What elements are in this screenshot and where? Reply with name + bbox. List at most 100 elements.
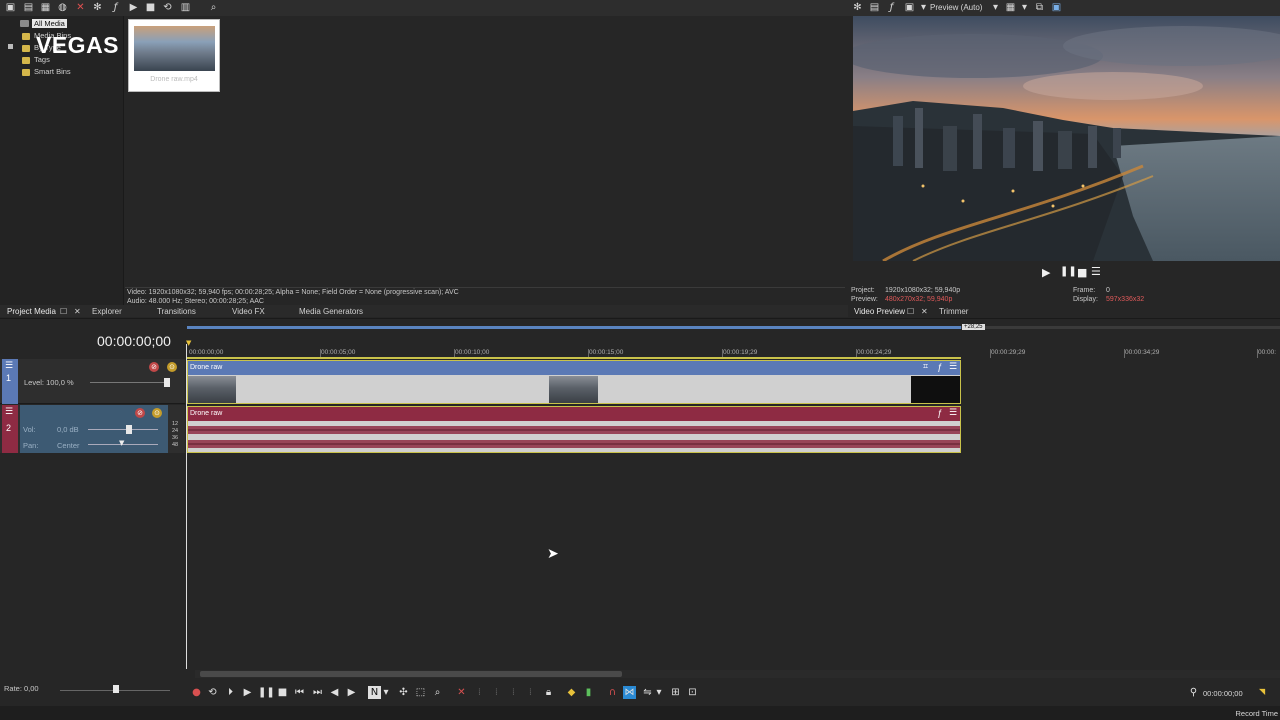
copy-snapshot-icon[interactable]: ⧉	[1034, 2, 1045, 13]
chevron-down-icon[interactable]: ▾	[382, 686, 390, 699]
preview-quality-icon[interactable]: ▾	[918, 2, 929, 13]
vol-slider-thumb[interactable]	[126, 425, 132, 434]
level-slider-thumb[interactable]	[164, 378, 170, 387]
timeline-overview-range[interactable]	[187, 326, 961, 329]
go-to-end-icon[interactable]: ⏭	[311, 686, 324, 699]
preview-fx-icon[interactable]: ƒ	[886, 2, 897, 13]
chevron-down-icon[interactable]: ▾	[1019, 2, 1030, 13]
properties-icon[interactable]: ✻	[92, 2, 103, 13]
envelope-tool-icon[interactable]: ✣	[397, 686, 410, 699]
loop-icon[interactable]: ⟲	[162, 2, 173, 13]
pan-crop-icon[interactable]: ⌗	[923, 362, 928, 372]
record-icon[interactable]: ●	[190, 686, 203, 699]
delete-icon[interactable]: ✕	[455, 686, 468, 699]
video-clip[interactable]: Drone raw ⌗ ƒ ☰	[187, 360, 961, 404]
stop-icon[interactable]: ■	[276, 686, 289, 699]
track-menu-icon[interactable]: ☰	[5, 407, 13, 417]
zoom-tool-icon[interactable]: ⌕	[431, 686, 444, 699]
zoom-icon[interactable]: ⌕	[208, 2, 219, 13]
solo-icon[interactable]: ⊙	[167, 362, 177, 372]
selection-tool-icon[interactable]: ⬚	[414, 686, 427, 699]
preview-menu-icon[interactable]: ☰	[1091, 265, 1101, 278]
mute-icon[interactable]: ⊘	[135, 408, 145, 418]
preview-external-icon[interactable]: ▤	[869, 2, 880, 13]
clip-menu-icon[interactable]: ☰	[949, 408, 957, 418]
media-info-line1: Video: 1920x1080x32; 59,940 fps; 00:00:2…	[127, 289, 459, 296]
lock-icon[interactable]: 🔒︎	[542, 686, 555, 699]
scrollbar-thumb[interactable]	[200, 671, 622, 677]
tab-restore-icon[interactable]: ☐	[907, 307, 914, 316]
preview-pause-icon[interactable]: ❚❚	[1060, 266, 1077, 277]
open-icon[interactable]: ▤	[23, 2, 34, 13]
go-to-start-icon[interactable]: ⏮	[293, 686, 306, 699]
vol-slider-track[interactable]	[88, 429, 158, 430]
import-icon[interactable]: ◍	[57, 2, 68, 13]
tab-trimmer[interactable]: Trimmer	[939, 307, 968, 316]
tree-item-all-media[interactable]: All Media	[32, 19, 67, 28]
tab-restore-icon[interactable]: ☐	[60, 307, 67, 316]
crossfade-icon[interactable]: ⇋	[641, 686, 654, 699]
lock-envelopes-icon[interactable]: ⊞	[669, 686, 682, 699]
preview-settings-icon[interactable]: ✻	[852, 2, 863, 13]
pause-icon[interactable]: ❚❚	[258, 686, 275, 699]
ignore-grouping-icon[interactable]: ⊡	[686, 686, 699, 699]
fx-icon[interactable]: ƒ	[110, 2, 121, 13]
mute-icon[interactable]: ⊘	[149, 362, 159, 372]
preview-mode-dropdown[interactable]: Preview (Auto)	[930, 3, 982, 12]
timecode-display[interactable]: 00:00:00;00	[97, 333, 171, 349]
timeline-empty-area[interactable]	[187, 454, 1280, 667]
chevron-down-icon[interactable]: ▾	[655, 686, 663, 699]
overlays-icon[interactable]: ▦	[1005, 2, 1016, 13]
play-from-start-icon[interactable]: ⏵	[224, 686, 237, 699]
tab-video-preview[interactable]: Video Preview	[854, 307, 905, 316]
audio-clip[interactable]: Drone raw ƒ ☰	[187, 406, 961, 453]
tree-item-smart-bins[interactable]: Smart Bins	[34, 67, 71, 76]
clip-menu-icon[interactable]: ☰	[949, 362, 957, 372]
clip-fx-icon[interactable]: ƒ	[937, 408, 942, 418]
folder-icon	[22, 45, 30, 52]
save-icon[interactable]: ▦	[40, 2, 51, 13]
tab-project-media[interactable]: Project Media	[7, 307, 56, 316]
tab-close-icon[interactable]: ✕	[74, 307, 81, 316]
corner-resize-icon[interactable]: ◥	[1259, 687, 1265, 696]
tree-expander[interactable]	[8, 44, 13, 49]
pan-slider-thumb-icon[interactable]: ▼	[119, 439, 124, 447]
next-frame-icon[interactable]: ▶	[345, 686, 358, 699]
ruler-label: 00:00:24;29	[857, 349, 892, 356]
auto-ripple-icon[interactable]: ⋈	[623, 686, 636, 699]
horizontal-scrollbar[interactable]	[195, 670, 1280, 678]
view-icon[interactable]: ▥	[180, 2, 191, 13]
folder-icon	[22, 69, 30, 76]
stop-icon[interactable]: ■	[145, 2, 156, 13]
preview-play-icon[interactable]: ▶	[1042, 266, 1050, 279]
level-label: Level: 100,0 %	[24, 378, 74, 387]
timeline-overview-bar[interactable]	[187, 326, 1280, 329]
preview-stop-icon[interactable]: ■	[1077, 266, 1087, 279]
preview-split-icon[interactable]: ▣	[904, 2, 915, 13]
media-thumbnail-card[interactable]: Drone raw.mp4	[128, 19, 220, 92]
loop-playback-icon[interactable]: ⟲	[206, 686, 219, 699]
region-icon[interactable]: ▮	[582, 686, 595, 699]
clip-fx-icon[interactable]: ƒ	[937, 362, 942, 372]
previous-frame-icon[interactable]: ◀	[328, 686, 341, 699]
tab-media-generators[interactable]: Media Generators	[299, 307, 363, 316]
audio-track-header[interactable]: ☰ 2 ⊘ ⊙ Vol: 0,0 dB Pan: Center ▼ 12 24 …	[0, 405, 185, 453]
rate-slider-thumb[interactable]	[113, 685, 119, 693]
play-icon[interactable]: ▶	[128, 2, 139, 13]
solo-icon[interactable]: ⊙	[152, 408, 162, 418]
tab-explorer[interactable]: Explorer	[92, 307, 122, 316]
close-icon[interactable]: ✕	[75, 2, 86, 13]
tab-transitions[interactable]: Transitions	[157, 307, 196, 316]
play-icon[interactable]: ▶	[241, 686, 254, 699]
video-track-header[interactable]: ☰ 1 ⊘ ⊙ Level: 100,0 %	[0, 359, 185, 404]
snapping-icon[interactable]: ∩	[606, 686, 619, 699]
track-menu-icon[interactable]: ☰	[5, 361, 13, 371]
level-slider-track[interactable]	[90, 382, 170, 383]
marker-icon[interactable]: ◆	[565, 686, 578, 699]
save-snapshot-icon[interactable]: ▣	[1051, 2, 1062, 13]
new-icon[interactable]: ▣	[5, 2, 16, 13]
tab-close-icon[interactable]: ✕	[921, 307, 928, 316]
tab-video-fx[interactable]: Video FX	[232, 307, 265, 316]
chevron-down-icon[interactable]: ▾	[990, 2, 1001, 13]
edit-tool-icon[interactable]: N	[368, 686, 381, 699]
